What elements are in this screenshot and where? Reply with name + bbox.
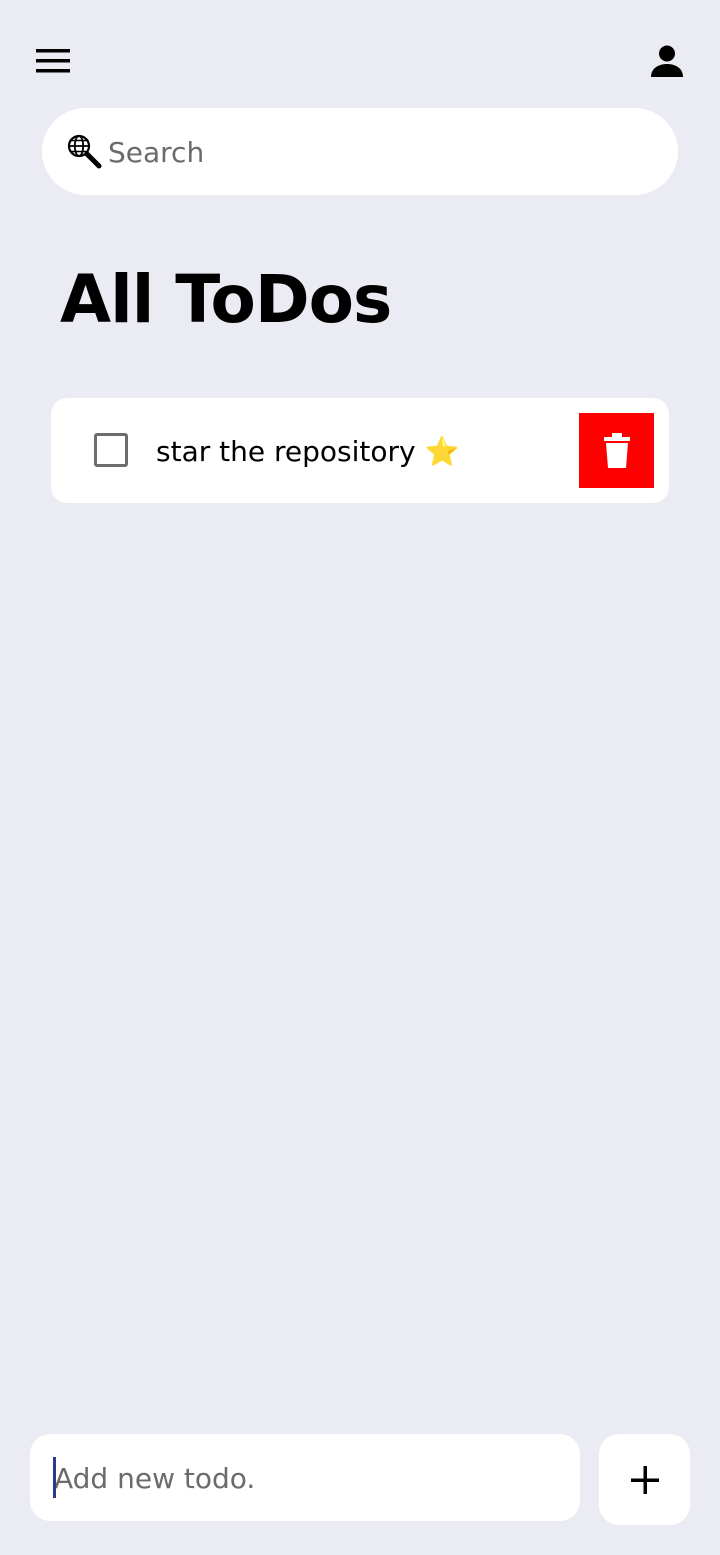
todo-text: star the repository ⭐ <box>156 435 460 468</box>
globe-search-icon <box>67 134 102 169</box>
page-title: All ToDos <box>60 261 392 338</box>
profile-button[interactable] <box>642 38 692 84</box>
new-todo-input[interactable] <box>54 1452 554 1504</box>
trash-icon <box>603 432 630 468</box>
add-todo-button[interactable] <box>599 1434 690 1525</box>
top-bar <box>0 0 720 110</box>
delete-todo-button[interactable] <box>579 413 654 488</box>
menu-button[interactable] <box>30 40 76 82</box>
hamburger-menu-icon <box>36 49 70 73</box>
todo-checkbox[interactable] <box>94 433 128 467</box>
person-icon <box>651 45 683 77</box>
search-input[interactable] <box>108 126 648 178</box>
text-caret <box>53 1457 56 1498</box>
plus-icon <box>630 1465 659 1494</box>
